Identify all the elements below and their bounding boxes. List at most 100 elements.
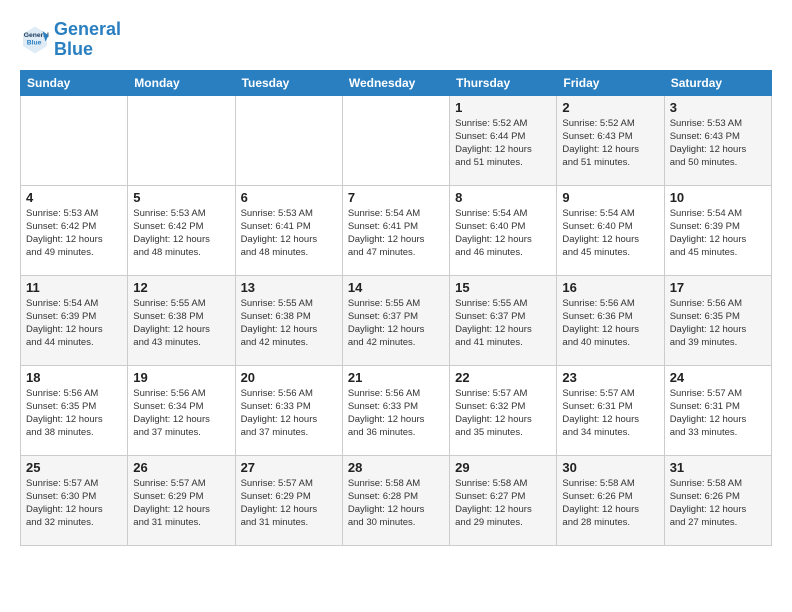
day-cell: 15Sunrise: 5:55 AM Sunset: 6:37 PM Dayli… [450,275,557,365]
day-cell: 21 Sunrise: 5:56 AM Sunset: 6:33 PM Dayli… [342,365,449,455]
day-number: 8 [455,190,551,205]
day-info: Sunrise: 5:54 AM Sunset: 6:39 PM Dayligh… [670,207,766,260]
day-number: 6 [241,190,337,205]
week-row-2: 4 Sunrise: 5:53 AM Sunset: 6:42 PM Daylig… [21,185,772,275]
day-info: Sunrise: 5:57 AM Sunset: 6:31 PM Dayligh… [562,387,658,440]
day-info: Sunrise: 5:53 AM Sunset: 6:42 PM Dayligh… [26,207,122,260]
day-info: Sunrise: 5:57 AM Sunset: 6:29 PM Dayligh… [133,477,229,530]
week-row-1: 1Sunrise: 5:52 AM Sunset: 6:44 PM Daylig… [21,95,772,185]
day-number: 1 [455,100,551,115]
col-header-wednesday: Wednesday [342,70,449,95]
day-info: Sunrise: 5:55 AM Sunset: 6:38 PM Dayligh… [241,297,337,350]
week-row-3: 11Sunrise: 5:54 AM Sunset: 6:39 PM Dayli… [21,275,772,365]
day-info: Sunrise: 5:57 AM Sunset: 6:30 PM Dayligh… [26,477,122,530]
day-number: 31 [670,460,766,475]
logo: General Blue GeneralBlue [20,20,121,60]
day-cell: 8 Sunrise: 5:54 AM Sunset: 6:40 PM Daylig… [450,185,557,275]
day-info: Sunrise: 5:56 AM Sunset: 6:33 PM Dayligh… [348,387,444,440]
day-number: 13 [241,280,337,295]
day-cell: 17 Sunrise: 5:56 AM Sunset: 6:35 PM Dayli… [664,275,771,365]
day-cell: 5 Sunrise: 5:53 AM Sunset: 6:42 PM Daylig… [128,185,235,275]
day-number: 12 [133,280,229,295]
day-number: 4 [26,190,122,205]
col-header-monday: Monday [128,70,235,95]
day-cell: 31Sunrise: 5:58 AM Sunset: 6:26 PM Dayli… [664,455,771,545]
day-info: Sunrise: 5:54 AM Sunset: 6:41 PM Dayligh… [348,207,444,260]
day-number: 2 [562,100,658,115]
day-info: Sunrise: 5:56 AM Sunset: 6:35 PM Dayligh… [670,297,766,350]
day-cell: 14 Sunrise: 5:55 AM Sunset: 6:37 PM Dayli… [342,275,449,365]
day-cell: 3Sunrise: 5:53 AM Sunset: 6:43 PM Daylig… [664,95,771,185]
day-cell: 19Sunrise: 5:56 AM Sunset: 6:34 PM Dayli… [128,365,235,455]
day-number: 28 [348,460,444,475]
day-number: 25 [26,460,122,475]
day-number: 20 [241,370,337,385]
col-header-friday: Friday [557,70,664,95]
day-number: 3 [670,100,766,115]
day-number: 10 [670,190,766,205]
day-header-row: SundayMondayTuesdayWednesdayThursdayFrid… [21,70,772,95]
day-info: Sunrise: 5:54 AM Sunset: 6:40 PM Dayligh… [562,207,658,260]
day-number: 17 [670,280,766,295]
week-row-5: 25 Sunrise: 5:57 AM Sunset: 6:30 PM Dayli… [21,455,772,545]
col-header-thursday: Thursday [450,70,557,95]
day-info: Sunrise: 5:56 AM Sunset: 6:33 PM Dayligh… [241,387,337,440]
day-cell: 30 Sunrise: 5:58 AM Sunset: 6:26 PM Dayli… [557,455,664,545]
day-info: Sunrise: 5:55 AM Sunset: 6:38 PM Dayligh… [133,297,229,350]
day-cell: 7 Sunrise: 5:54 AM Sunset: 6:41 PM Daylig… [342,185,449,275]
day-cell: 22 Sunrise: 5:57 AM Sunset: 6:32 PM Dayli… [450,365,557,455]
day-cell: 13 Sunrise: 5:55 AM Sunset: 6:38 PM Dayli… [235,275,342,365]
day-info: Sunrise: 5:54 AM Sunset: 6:39 PM Dayligh… [26,297,122,350]
day-cell: 26Sunrise: 5:57 AM Sunset: 6:29 PM Dayli… [128,455,235,545]
day-cell: 12 Sunrise: 5:55 AM Sunset: 6:38 PM Dayli… [128,275,235,365]
day-cell: 2 Sunrise: 5:52 AM Sunset: 6:43 PM Daylig… [557,95,664,185]
day-info: Sunrise: 5:54 AM Sunset: 6:40 PM Dayligh… [455,207,551,260]
day-number: 7 [348,190,444,205]
day-number: 9 [562,190,658,205]
day-number: 15 [455,280,551,295]
day-info: Sunrise: 5:58 AM Sunset: 6:28 PM Dayligh… [348,477,444,530]
day-number: 24 [670,370,766,385]
day-info: Sunrise: 5:57 AM Sunset: 6:31 PM Dayligh… [670,387,766,440]
svg-text:Blue: Blue [27,39,42,46]
calendar-table: SundayMondayTuesdayWednesdayThursdayFrid… [20,70,772,546]
day-cell: 4 Sunrise: 5:53 AM Sunset: 6:42 PM Daylig… [21,185,128,275]
col-header-saturday: Saturday [664,70,771,95]
day-number: 23 [562,370,658,385]
day-cell: 18 Sunrise: 5:56 AM Sunset: 6:35 PM Dayli… [21,365,128,455]
day-info: Sunrise: 5:56 AM Sunset: 6:35 PM Dayligh… [26,387,122,440]
day-info: Sunrise: 5:58 AM Sunset: 6:27 PM Dayligh… [455,477,551,530]
day-number: 29 [455,460,551,475]
day-number: 22 [455,370,551,385]
day-info: Sunrise: 5:57 AM Sunset: 6:32 PM Dayligh… [455,387,551,440]
day-cell: 25 Sunrise: 5:57 AM Sunset: 6:30 PM Dayli… [21,455,128,545]
day-cell: 23 Sunrise: 5:57 AM Sunset: 6:31 PM Dayli… [557,365,664,455]
day-cell [128,95,235,185]
col-header-sunday: Sunday [21,70,128,95]
day-info: Sunrise: 5:55 AM Sunset: 6:37 PM Dayligh… [348,297,444,350]
day-cell: 1Sunrise: 5:52 AM Sunset: 6:44 PM Daylig… [450,95,557,185]
day-number: 14 [348,280,444,295]
day-info: Sunrise: 5:52 AM Sunset: 6:43 PM Dayligh… [562,117,658,170]
day-info: Sunrise: 5:53 AM Sunset: 6:42 PM Dayligh… [133,207,229,260]
logo-icon: General Blue [20,25,50,55]
col-header-tuesday: Tuesday [235,70,342,95]
day-number: 5 [133,190,229,205]
day-info: Sunrise: 5:56 AM Sunset: 6:36 PM Dayligh… [562,297,658,350]
day-cell: 24 Sunrise: 5:57 AM Sunset: 6:31 PM Dayli… [664,365,771,455]
day-cell: 10 Sunrise: 5:54 AM Sunset: 6:39 PM Dayli… [664,185,771,275]
day-cell: 6Sunrise: 5:53 AM Sunset: 6:41 PM Daylig… [235,185,342,275]
day-number: 30 [562,460,658,475]
day-number: 19 [133,370,229,385]
day-cell [21,95,128,185]
day-cell [235,95,342,185]
day-number: 21 [348,370,444,385]
day-info: Sunrise: 5:57 AM Sunset: 6:29 PM Dayligh… [241,477,337,530]
logo-text: GeneralBlue [54,20,121,60]
day-cell: 9 Sunrise: 5:54 AM Sunset: 6:40 PM Daylig… [557,185,664,275]
day-number: 16 [562,280,658,295]
day-cell: 16 Sunrise: 5:56 AM Sunset: 6:36 PM Dayli… [557,275,664,365]
day-cell: 28 Sunrise: 5:58 AM Sunset: 6:28 PM Dayli… [342,455,449,545]
day-number: 18 [26,370,122,385]
day-info: Sunrise: 5:58 AM Sunset: 6:26 PM Dayligh… [562,477,658,530]
